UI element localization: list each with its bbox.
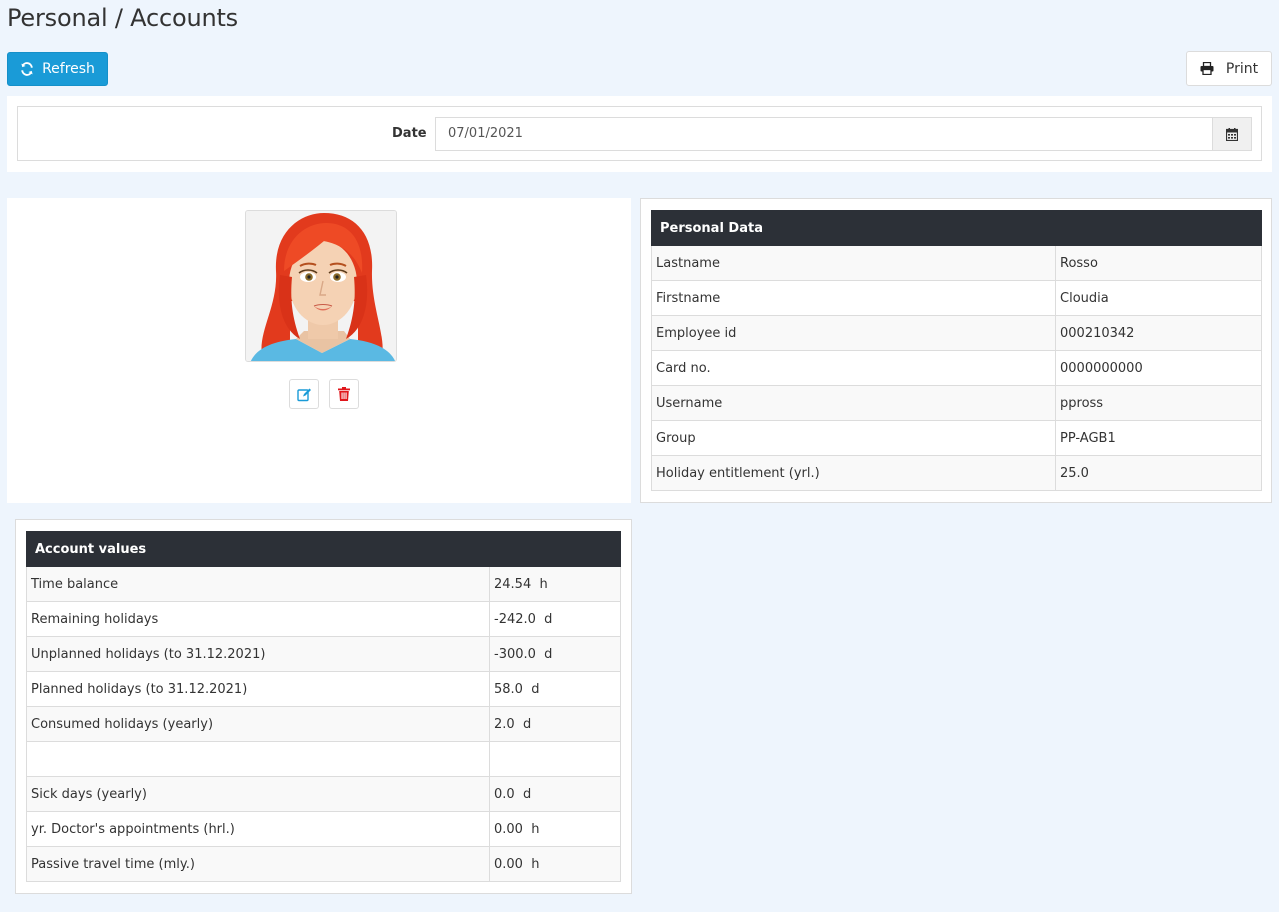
row-value: 0.0 d xyxy=(489,776,621,812)
filter-form: Date 07/01/2021 xyxy=(17,106,1262,161)
row-value: ppross xyxy=(1055,385,1262,421)
table-row: Lastname Rosso xyxy=(651,245,1262,281)
account-values-panel: Account values Time balance 24.54 h Rema… xyxy=(15,519,632,894)
delete-photo-button[interactable] xyxy=(329,379,359,409)
row-label: Employee id xyxy=(651,315,1056,351)
table-row: Time balance 24.54 h xyxy=(26,566,621,602)
date-label: Date xyxy=(392,126,427,141)
row-label: Lastname xyxy=(651,245,1056,281)
row-label: Time balance xyxy=(26,566,490,602)
calendar-button[interactable] xyxy=(1212,117,1252,151)
account-values-table: Account values Time balance 24.54 h Rema… xyxy=(26,531,621,882)
avatar xyxy=(245,210,397,362)
row-label: Firstname xyxy=(651,280,1056,316)
refresh-button[interactable]: Refresh xyxy=(7,52,108,86)
edit-icon xyxy=(296,387,312,402)
table-row: Planned holidays (to 31.12.2021) 58.0 d xyxy=(26,671,621,707)
row-value: 000210342 xyxy=(1055,315,1262,351)
row-label: Remaining holidays xyxy=(26,601,490,637)
date-input[interactable]: 07/01/2021 xyxy=(435,117,1212,151)
row-label: Planned holidays (to 31.12.2021) xyxy=(26,671,490,707)
table-row: Consumed holidays (yearly) 2.0 d xyxy=(26,706,621,742)
account-values-title: Account values xyxy=(26,531,621,567)
row-value: Cloudia xyxy=(1055,280,1262,316)
row-label: Passive travel time (mly.) xyxy=(26,846,490,882)
row-value: 24.54 h xyxy=(489,566,621,602)
row-label: Username xyxy=(651,385,1056,421)
filter-panel: Date 07/01/2021 xyxy=(7,96,1272,172)
row-value: -300.0 d xyxy=(489,636,621,672)
personal-data-table: Personal Data Lastname Rosso Firstname C… xyxy=(651,210,1262,491)
table-row: Firstname Cloudia xyxy=(651,280,1262,316)
row-value: 58.0 d xyxy=(489,671,621,707)
table-row: yr. Doctor's appointments (hrl.) 0.00 h xyxy=(26,811,621,847)
print-button[interactable]: Print xyxy=(1186,51,1272,86)
row-value: Rosso xyxy=(1055,245,1262,281)
row-label xyxy=(26,741,490,777)
row-label: Sick days (yearly) xyxy=(26,776,490,812)
refresh-icon xyxy=(20,62,34,76)
trash-icon xyxy=(338,387,350,401)
row-value: 2.0 d xyxy=(489,706,621,742)
table-row: Remaining holidays -242.0 d xyxy=(26,601,621,637)
personal-data-panel: Personal Data Lastname Rosso Firstname C… xyxy=(640,198,1272,503)
row-value: 25.0 xyxy=(1055,455,1262,491)
table-row: Passive travel time (mly.) 0.00 h xyxy=(26,846,621,882)
edit-photo-button[interactable] xyxy=(289,379,319,409)
table-row: Card no. 0000000000 xyxy=(651,350,1262,386)
table-row: Holiday entitlement (yrl.) 25.0 xyxy=(651,455,1262,491)
table-row xyxy=(26,741,621,777)
table-row: Employee id 000210342 xyxy=(651,315,1262,351)
page-title: Personal / Accounts xyxy=(7,4,238,32)
row-label: Unplanned holidays (to 31.12.2021) xyxy=(26,636,490,672)
table-row: Unplanned holidays (to 31.12.2021) -300.… xyxy=(26,636,621,672)
row-value: 0.00 h xyxy=(489,846,621,882)
table-row: Group PP-AGB1 xyxy=(651,420,1262,456)
personal-data-title: Personal Data xyxy=(651,210,1262,246)
row-value: PP-AGB1 xyxy=(1055,420,1262,456)
calendar-icon xyxy=(1226,127,1238,141)
row-label: Group xyxy=(651,420,1056,456)
row-label: Card no. xyxy=(651,350,1056,386)
row-value: 0.00 h xyxy=(489,811,621,847)
refresh-label: Refresh xyxy=(42,61,95,77)
row-label: Consumed holidays (yearly) xyxy=(26,706,490,742)
table-row: Sick days (yearly) 0.0 d xyxy=(26,776,621,812)
row-value: 0000000000 xyxy=(1055,350,1262,386)
table-row: Username ppross xyxy=(651,385,1262,421)
photo-panel xyxy=(7,198,631,503)
row-value: -242.0 d xyxy=(489,601,621,637)
print-icon xyxy=(1200,62,1214,75)
print-label: Print xyxy=(1225,60,1259,77)
row-label: Holiday entitlement (yrl.) xyxy=(651,455,1056,491)
row-label: yr. Doctor's appointments (hrl.) xyxy=(26,811,490,847)
row-value xyxy=(489,741,621,777)
